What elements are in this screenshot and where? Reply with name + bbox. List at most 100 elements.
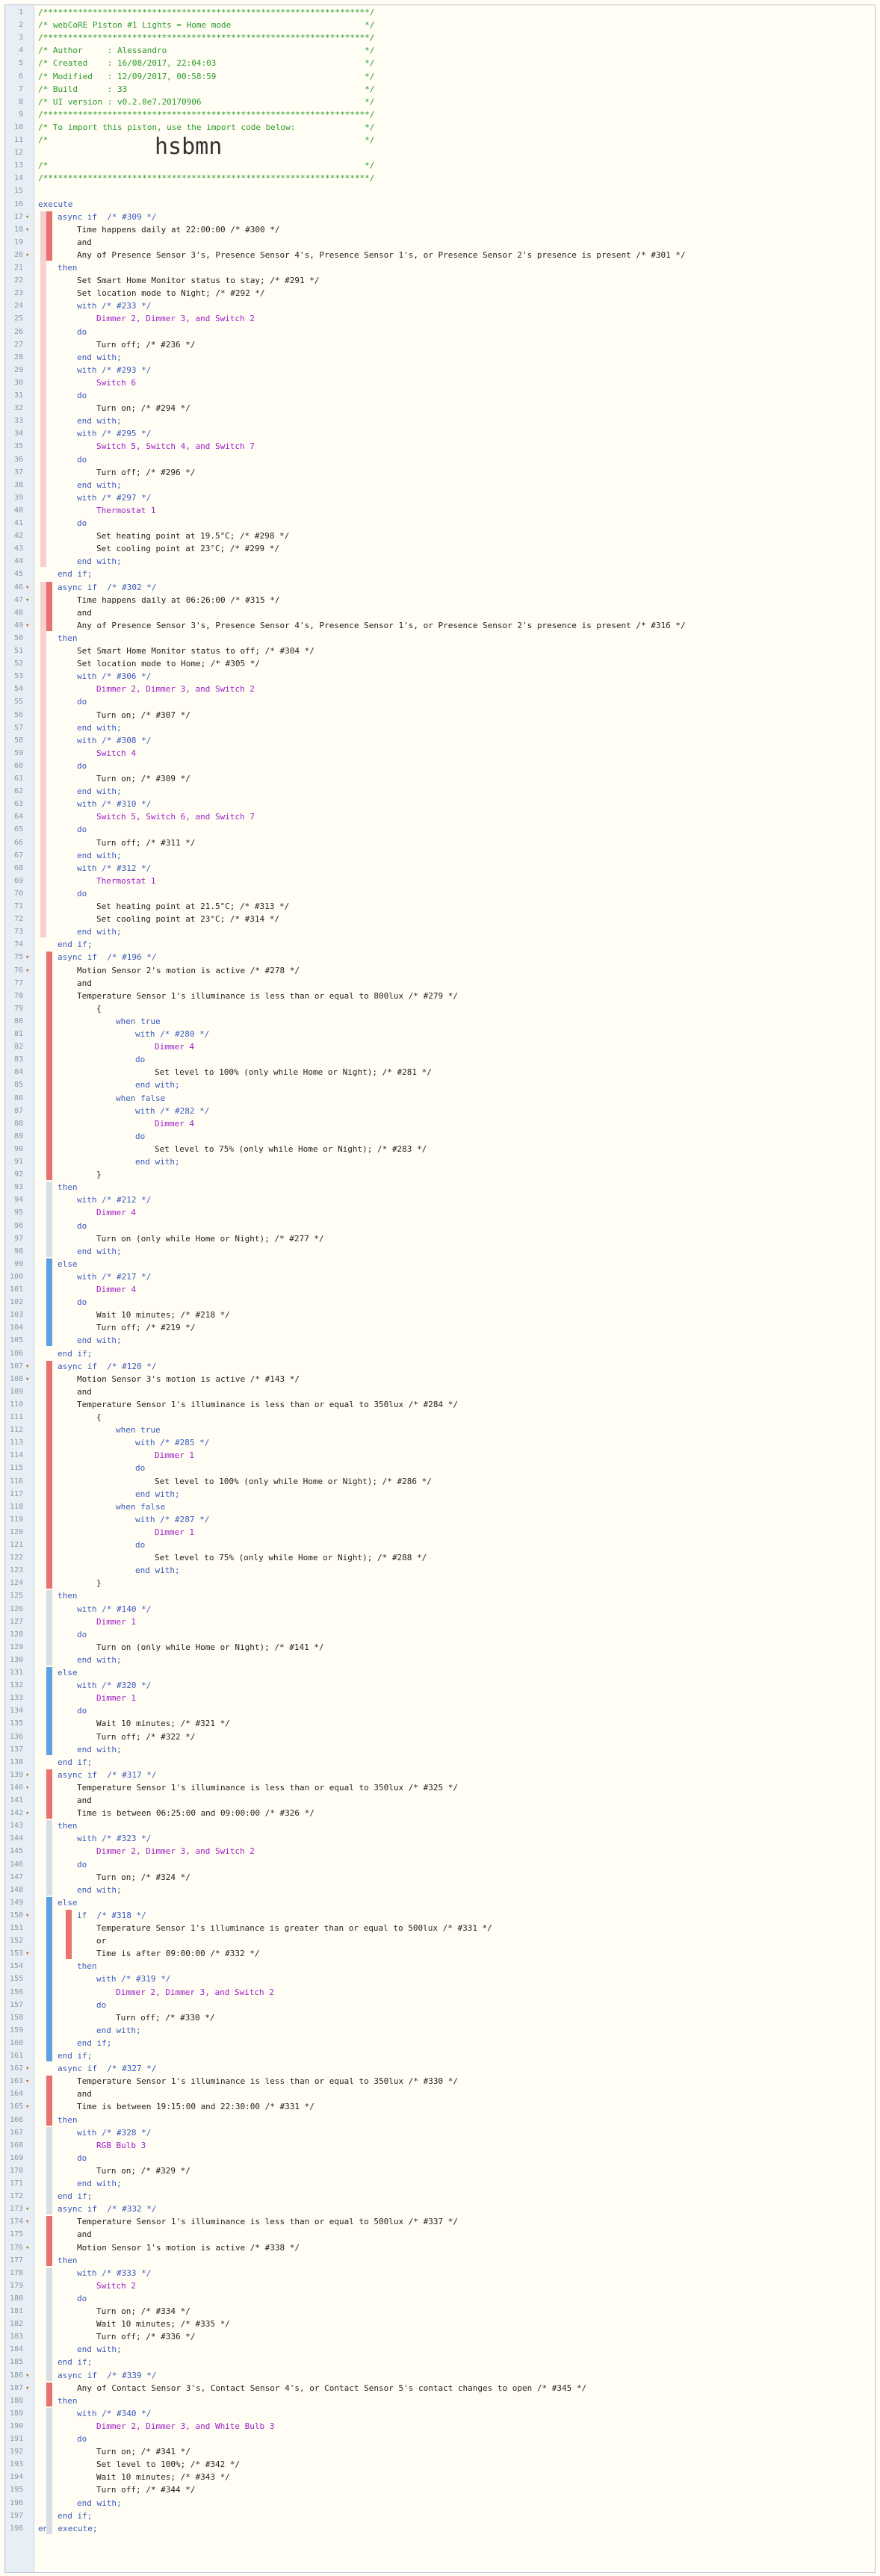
code-line[interactable]: 136 Turn off; /* #322 */: [5, 1731, 875, 1743]
code-line[interactable]: 63 with /* #310 */: [5, 798, 875, 810]
code-line[interactable]: 60 do: [5, 760, 875, 772]
code-line[interactable]: 36 do: [5, 453, 875, 466]
code-line[interactable]: 178 with /* #333 */: [5, 2267, 875, 2279]
code-line[interactable]: 22 Set Smart Home Monitor status to stay;…: [5, 274, 875, 287]
code-line[interactable]: 146 do: [5, 1858, 875, 1871]
code-line[interactable]: 187 ▾ Any of Contact Sensor 3's, Contact S…: [5, 2382, 875, 2395]
code-line[interactable]: 90 Set level to 75% (only while Home or N…: [5, 1143, 875, 1155]
code-line[interactable]: 5 /* Created : 16/08/2017, 22:04:03 */: [5, 57, 875, 69]
fold-toggle-icon[interactable]: ▾: [25, 2076, 29, 2088]
code-line[interactable]: 56 Turn on; /* #307 */: [5, 709, 875, 721]
code-line[interactable]: 132 with /* #320 */: [5, 1679, 875, 1692]
code-line[interactable]: 55 do: [5, 695, 875, 708]
code-line[interactable]: 69 Thermostat 1: [5, 875, 875, 887]
code-line[interactable]: 118 when false: [5, 1500, 875, 1513]
code-line[interactable]: 74 end if;: [5, 938, 875, 951]
code-line[interactable]: 142 ▾ Time is between 06:25:00 and 09:00:0…: [5, 1807, 875, 1819]
code-line[interactable]: 150 ▾ if /* #318 */: [5, 1909, 875, 1922]
code-line[interactable]: 179 Switch 2: [5, 2279, 875, 2292]
fold-toggle-icon[interactable]: ▾: [25, 2063, 29, 2076]
code-line[interactable]: 111 {: [5, 1411, 875, 1424]
code-line[interactable]: 107 ▾ async if /* #120 */: [5, 1360, 875, 1373]
code-line[interactable]: 42 Set heating point at 19.5°C; /* #298 *…: [5, 530, 875, 542]
code-line[interactable]: 15: [5, 184, 875, 197]
code-line[interactable]: 57 end with;: [5, 721, 875, 734]
code-line[interactable]: 9 /**************************************…: [5, 108, 875, 121]
code-line[interactable]: 141 and: [5, 1794, 875, 1807]
code-line[interactable]: 13 /* */: [5, 159, 875, 172]
code-line[interactable]: 117 end with;: [5, 1488, 875, 1500]
code-line[interactable]: 98 end with;: [5, 1245, 875, 1258]
code-line[interactable]: 77 and: [5, 977, 875, 990]
code-line[interactable]: 124}: [5, 1577, 875, 1589]
code-line[interactable]: 156 Dimmer 2, Dimmer 3, and Switch 2: [5, 1986, 875, 1999]
code-line[interactable]: 170 Turn on; /* #329 */: [5, 2164, 875, 2177]
fold-toggle-icon[interactable]: ▾: [25, 582, 29, 595]
code-line[interactable]: 122 Set level to 75% (only while Home or …: [5, 1551, 875, 1564]
code-line[interactable]: 175 and: [5, 2228, 875, 2241]
code-line[interactable]: 198 end execute;: [5, 2522, 875, 2535]
code-line[interactable]: 4 /* Author : Alessandro */: [5, 44, 875, 57]
fold-toggle-icon[interactable]: ▾: [25, 1361, 29, 1374]
code-line[interactable]: 82 Dimmer 4: [5, 1040, 875, 1053]
code-line[interactable]: 28 end with;: [5, 351, 875, 364]
fold-toggle-icon[interactable]: ▾: [25, 2216, 29, 2229]
code-line[interactable]: 16 execute: [5, 198, 875, 211]
code-line[interactable]: 195 Turn off; /* #344 */: [5, 2483, 875, 2496]
code-line[interactable]: 89 do: [5, 1130, 875, 1143]
code-line[interactable]: 128 do: [5, 1628, 875, 1641]
fold-toggle-icon[interactable]: ▾: [25, 620, 29, 633]
code-line[interactable]: 184 end with;: [5, 2343, 875, 2356]
code-line[interactable]: 10 /* To import this piston, use the impo…: [5, 121, 875, 134]
code-line[interactable]: 116 Set level to 100% (only while Home or…: [5, 1475, 875, 1488]
code-line[interactable]: 85 end with;: [5, 1078, 875, 1091]
code-line[interactable]: 137 end with;: [5, 1743, 875, 1756]
code-line[interactable]: 115 do: [5, 1462, 875, 1474]
code-line[interactable]: 149 else: [5, 1896, 875, 1909]
fold-toggle-icon[interactable]: ▾: [25, 2203, 29, 2216]
code-line[interactable]: 45 end if;: [5, 568, 875, 580]
code-line[interactable]: 188 then: [5, 2395, 875, 2407]
code-line[interactable]: 17 ▾ async if /* #309 */: [5, 211, 875, 223]
code-line[interactable]: 167 with /* #328 */: [5, 2126, 875, 2139]
code-line[interactable]: 140 ▾ Temperature Sensor 1's illuminance i…: [5, 1781, 875, 1794]
code-line[interactable]: 25 Dimmer 2, Dimmer 3, and Switch 2: [5, 312, 875, 325]
code-line[interactable]: 20 ▾ Any of Presence Sensor 3's, Presence …: [5, 249, 875, 261]
code-line[interactable]: 106 end if;: [5, 1347, 875, 1360]
code-line[interactable]: 64 Switch 5, Switch 6, and Switch 7: [5, 810, 875, 823]
code-line[interactable]: 46 ▾ async if /* #302 */: [5, 581, 875, 594]
code-line[interactable]: 191 do: [5, 2433, 875, 2445]
code-line[interactable]: 29 with /* #293 */: [5, 364, 875, 376]
code-line[interactable]: 131 else: [5, 1666, 875, 1679]
fold-toggle-icon[interactable]: ▾: [25, 1807, 29, 1820]
code-line[interactable]: 62 end with;: [5, 785, 875, 798]
code-line[interactable]: 168 RGB Bulb 3: [5, 2139, 875, 2152]
fold-toggle-icon[interactable]: ▾: [25, 224, 29, 237]
code-line[interactable]: 148 end with;: [5, 1884, 875, 1896]
code-line[interactable]: 44 end with;: [5, 555, 875, 568]
code-line[interactable]: 72 Set cooling point at 23°C; /* #314 */: [5, 913, 875, 925]
fold-toggle-icon[interactable]: ▾: [25, 1374, 29, 1386]
code-line[interactable]: 153 ▾ Time is after 09:00:00 /* #332 */: [5, 1947, 875, 1960]
code-line[interactable]: 177 then: [5, 2254, 875, 2267]
code-line[interactable]: 7 /* Build : 33 */: [5, 83, 875, 96]
code-line[interactable]: 24 with /* #233 */: [5, 300, 875, 312]
code-line[interactable]: 196 end with;: [5, 2497, 875, 2510]
code-line[interactable]: 101 Dimmer 4: [5, 1283, 875, 1296]
code-line[interactable]: 27 Turn off; /* #236 */: [5, 338, 875, 351]
code-line[interactable]: 185 end if;: [5, 2356, 875, 2368]
code-line[interactable]: 162 ▾ async if /* #327 */: [5, 2062, 875, 2075]
code-line[interactable]: 52 Set location mode to Home; /* #305 */: [5, 657, 875, 670]
code-line[interactable]: 113 with /* #285 */: [5, 1436, 875, 1449]
code-line[interactable]: 93 then: [5, 1181, 875, 1194]
code-line[interactable]: 67 end with;: [5, 849, 875, 862]
code-line[interactable]: 139 ▾ async if /* #317 */: [5, 1769, 875, 1781]
code-line[interactable]: 21 then: [5, 261, 875, 274]
code-line[interactable]: 34 with /* #295 */: [5, 427, 875, 440]
code-line[interactable]: 50 then: [5, 632, 875, 645]
code-line[interactable]: 38 end with;: [5, 479, 875, 491]
code-line[interactable]: 49 ▾ Any of Presence Sensor 3's, Presence …: [5, 619, 875, 632]
code-line[interactable]: 130 end with;: [5, 1654, 875, 1666]
fold-toggle-icon[interactable]: ▾: [25, 1910, 29, 1922]
code-line[interactable]: 161 end if;: [5, 2049, 875, 2062]
